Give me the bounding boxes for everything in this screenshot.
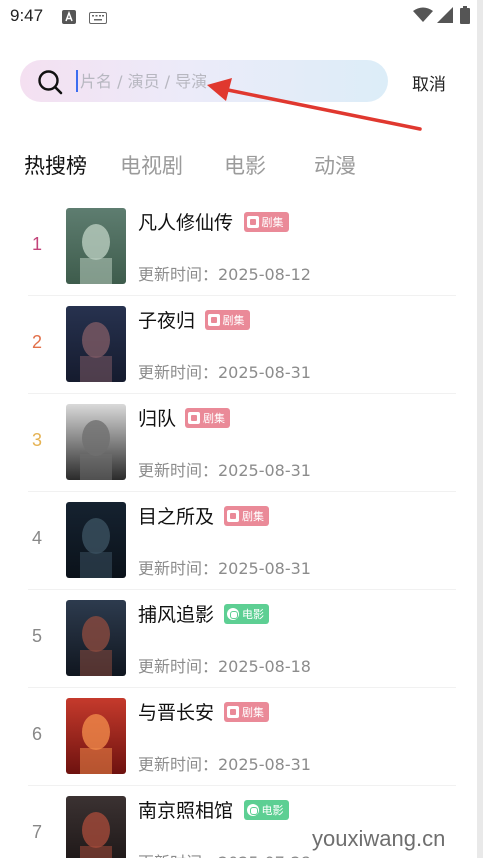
- tab-tv-series[interactable]: 电视剧: [120, 150, 183, 180]
- series-badge: 剧集: [243, 212, 289, 232]
- movie-badge: 电影: [224, 604, 269, 624]
- search-icon: [38, 70, 63, 95]
- item-title[interactable]: 南京照相馆: [138, 796, 233, 823]
- tv-icon: [227, 706, 239, 718]
- poster-thumbnail[interactable]: [66, 306, 126, 382]
- poster-thumbnail[interactable]: [66, 208, 126, 284]
- film-reel-icon: [227, 608, 239, 620]
- tv-icon: [188, 412, 200, 424]
- list-item[interactable]: 5 捕风追影 电影更新时间：2025-08-18: [28, 590, 456, 688]
- rank-number: 4: [31, 528, 42, 548]
- hot-search-list: 1 凡人修仙传 剧集 更新时间：2025-08-12 2 子夜归 剧集 更新时间：2025-0…: [28, 198, 456, 858]
- item-title[interactable]: 目之所及: [138, 502, 214, 529]
- movie-badge: 电影: [243, 800, 289, 820]
- rank-number: 1: [31, 234, 42, 254]
- scroll-edge: [477, 0, 483, 858]
- rank-number: 7: [31, 822, 42, 842]
- update-time: 更新时间：2025-08-31: [138, 559, 311, 578]
- keyboard-icon: [89, 9, 107, 28]
- tv-icon: [207, 314, 220, 326]
- item-title[interactable]: 捕风追影: [138, 600, 214, 627]
- tab-movies[interactable]: 电影: [224, 150, 266, 180]
- update-time: 更新时间：2025-08-12: [138, 265, 311, 284]
- update-time: 更新时间：2025-08-31: [138, 363, 311, 382]
- item-title[interactable]: 凡人修仙传: [138, 208, 233, 235]
- rank-number: 2: [31, 332, 42, 352]
- poster-thumbnail[interactable]: [66, 600, 126, 676]
- series-badge: 剧集: [185, 408, 230, 428]
- badge-label: 电影: [242, 608, 264, 621]
- list-item[interactable]: 2 子夜归 剧集更新时间：2025-08-31: [28, 296, 456, 394]
- rank-number: 6: [31, 724, 42, 744]
- list-item[interactable]: 3 归队 剧集更新时间：2025-08-31: [28, 394, 456, 492]
- series-badge: 剧集: [224, 702, 269, 722]
- update-time: 更新时间：2025-08-18: [138, 657, 311, 676]
- badge-label: 剧集: [203, 412, 225, 425]
- poster-thumbnail[interactable]: [66, 796, 126, 858]
- badge-label: 剧集: [242, 510, 264, 523]
- update-time: 更新时间：2025-08-31: [138, 461, 311, 480]
- poster-thumbnail[interactable]: [66, 698, 126, 774]
- update-time: 更新时间：2025-08-31: [138, 755, 311, 774]
- cancel-button[interactable]: 取消: [412, 70, 446, 95]
- search-box[interactable]: [20, 60, 388, 102]
- poster-thumbnail[interactable]: [66, 502, 126, 578]
- list-item[interactable]: 6 与晋长安 剧集更新时间：2025-08-31: [28, 688, 456, 786]
- watermark: youxiwang.cn: [312, 826, 446, 851]
- item-title[interactable]: 子夜归: [138, 306, 195, 333]
- notification-a-icon: [62, 9, 76, 28]
- tab-hot-search[interactable]: 热搜榜: [24, 150, 87, 180]
- wifi-icon: [413, 7, 433, 27]
- rank-number: 3: [31, 430, 42, 450]
- status-time: 9:47: [10, 6, 44, 25]
- search-input[interactable]: [80, 60, 370, 102]
- series-badge: 剧集: [204, 310, 250, 330]
- rank-number: 5: [31, 626, 42, 646]
- poster-thumbnail[interactable]: [66, 404, 126, 480]
- update-time: 更新时间：2025-07-28: [138, 849, 311, 858]
- badge-label: 剧集: [261, 216, 284, 229]
- list-item[interactable]: 1 凡人修仙传 剧集更新时间：2025-08-12: [28, 198, 456, 296]
- tv-icon: [227, 510, 239, 522]
- badge-label: 电影: [261, 804, 284, 817]
- text-caret: [76, 70, 78, 92]
- tv-icon: [246, 216, 259, 228]
- battery-icon: [460, 6, 470, 28]
- search-row: 取消: [0, 52, 483, 108]
- film-reel-icon: [246, 804, 259, 816]
- series-badge: 剧集: [224, 506, 269, 526]
- badge-label: 剧集: [242, 706, 264, 719]
- item-title[interactable]: 归队: [138, 404, 176, 431]
- status-bar: 9:47: [0, 0, 483, 34]
- item-title[interactable]: 与晋长安: [138, 698, 214, 725]
- tab-anime[interactable]: 动漫: [314, 150, 356, 180]
- badge-label: 剧集: [222, 314, 245, 327]
- list-item[interactable]: 4 目之所及 剧集更新时间：2025-08-31: [28, 492, 456, 590]
- signal-icon: [437, 7, 453, 27]
